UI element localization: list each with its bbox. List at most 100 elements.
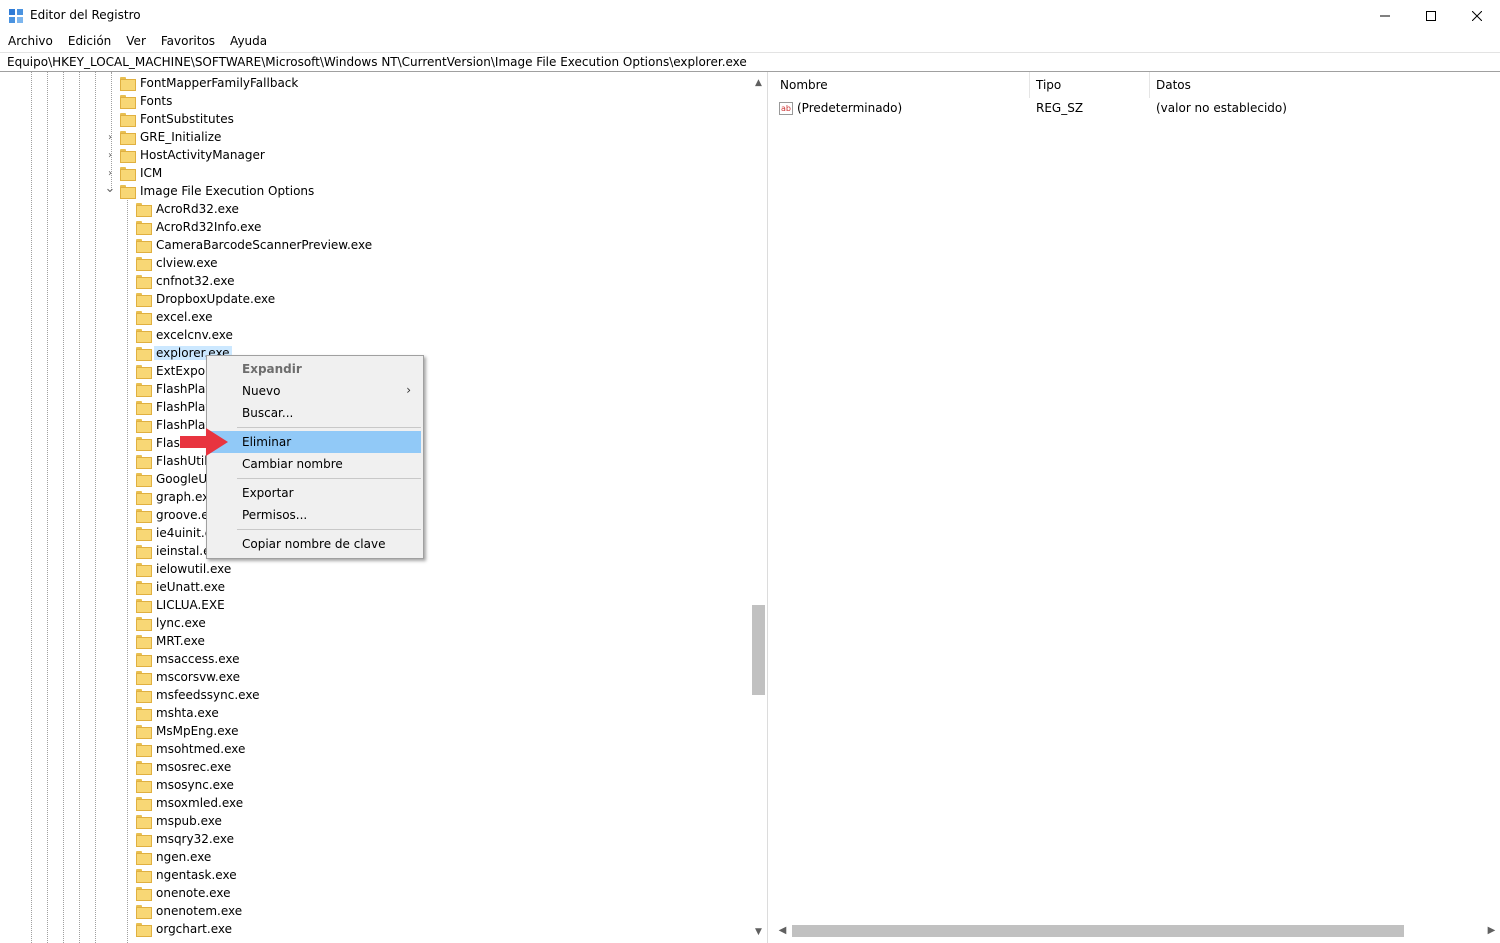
close-button[interactable] xyxy=(1454,0,1500,31)
scroll-down-icon[interactable]: ▼ xyxy=(750,923,767,940)
menu-archivo[interactable]: Archivo xyxy=(0,31,60,51)
tree-node[interactable]: ielowutil.exe xyxy=(136,560,231,578)
folder-icon xyxy=(136,779,152,793)
tree-node[interactable]: Fonts xyxy=(120,92,172,110)
tree-node[interactable]: graph.exe xyxy=(136,488,216,506)
tree-node[interactable]: msohtmed.exe xyxy=(136,740,245,758)
scroll-thumb[interactable] xyxy=(752,605,765,695)
folder-icon xyxy=(136,311,152,325)
folder-icon xyxy=(136,761,152,775)
scroll-thumb[interactable] xyxy=(792,925,1404,937)
tree-node[interactable]: FontMapperFamilyFallback xyxy=(120,74,298,92)
tree-node[interactable]: AcroRd32Info.exe xyxy=(136,218,261,236)
tree-node-label: AcroRd32.exe xyxy=(156,202,239,216)
tree-node-label: Fonts xyxy=(140,94,173,108)
folder-icon xyxy=(120,95,136,109)
folder-icon xyxy=(136,869,152,883)
tree-node[interactable]: CameraBarcodeScannerPreview.exe xyxy=(136,236,372,254)
tree-node[interactable]: ⌄ Image File Execution Options xyxy=(105,181,315,200)
window-title: Editor del Registro xyxy=(30,8,141,22)
folder-icon xyxy=(136,329,152,343)
tree-node[interactable]: ngen.exe xyxy=(136,848,211,866)
tree-node[interactable]: MRT.exe xyxy=(136,632,205,650)
tree-node[interactable]: mscorsvw.exe xyxy=(136,668,240,686)
list-horizontal-scrollbar[interactable]: ◀ ▶ xyxy=(774,922,1500,939)
tree-node[interactable]: onenotem.exe xyxy=(136,902,242,920)
chevron-right-icon[interactable]: › xyxy=(105,132,115,143)
tree-node-label: mspub.exe xyxy=(156,814,222,828)
red-arrow-icon xyxy=(180,428,228,456)
ctx-copiar-nombre[interactable]: Copiar nombre de clave xyxy=(209,533,421,555)
title-bar: Editor del Registro xyxy=(0,0,1500,31)
tree-node[interactable]: groove.ex xyxy=(136,506,216,524)
ctx-eliminar[interactable]: Eliminar xyxy=(209,431,421,453)
menu-ayuda[interactable]: Ayuda xyxy=(222,31,274,51)
folder-icon xyxy=(136,455,152,469)
column-header-tipo[interactable]: Tipo xyxy=(1030,72,1150,98)
folder-icon xyxy=(136,509,152,523)
tree-node[interactable]: clview.exe xyxy=(136,254,218,272)
ctx-cambiar-nombre[interactable]: Cambiar nombre xyxy=(209,453,421,475)
tree-node[interactable]: orgchart.exe xyxy=(136,920,232,938)
tree-guide-line xyxy=(127,198,128,943)
tree-node[interactable]: GoogleUp xyxy=(136,470,215,488)
folder-icon xyxy=(136,257,152,271)
tree-node-label: Image File Execution Options xyxy=(140,184,315,198)
tree-node[interactable]: cnfnot32.exe xyxy=(136,272,234,290)
tree-node[interactable]: msoxmled.exe xyxy=(136,794,243,812)
tree-node[interactable]: › HostActivityManager xyxy=(108,146,265,164)
tree-node[interactable]: excelcnv.exe xyxy=(136,326,233,344)
ctx-permisos[interactable]: Permisos... xyxy=(209,504,421,526)
maximize-icon xyxy=(1426,10,1436,21)
ctx-nuevo[interactable]: Nuevo › xyxy=(209,380,421,402)
tree-node[interactable]: FontSubstitutes xyxy=(120,110,234,128)
minimize-button[interactable] xyxy=(1362,0,1408,31)
tree-node[interactable]: mspub.exe xyxy=(136,812,222,830)
scroll-left-icon[interactable]: ◀ xyxy=(774,922,791,939)
chevron-right-icon[interactable]: › xyxy=(105,168,115,179)
folder-icon xyxy=(136,437,152,451)
tree-node[interactable]: excel.exe xyxy=(136,308,212,326)
tree-node[interactable]: ieUnatt.exe xyxy=(136,578,225,596)
tree-node[interactable]: AcroRd32.exe xyxy=(136,200,239,218)
tree-node[interactable]: mshta.exe xyxy=(136,704,219,722)
tree-node[interactable]: lync.exe xyxy=(136,614,206,632)
ctx-buscar[interactable]: Buscar... xyxy=(209,402,421,424)
tree-node[interactable]: msosrec.exe xyxy=(136,758,231,776)
ctx-exportar[interactable]: Exportar xyxy=(209,482,421,504)
tree-node[interactable]: DropboxUpdate.exe xyxy=(136,290,275,308)
menu-edicion[interactable]: Edición xyxy=(60,31,118,51)
registry-editor-icon xyxy=(9,9,23,23)
tree-node-label: HostActivityManager xyxy=(140,148,265,162)
menu-ver[interactable]: Ver xyxy=(118,31,153,51)
tree-node[interactable]: msfeedssync.exe xyxy=(136,686,259,704)
tree-vertical-scrollbar[interactable]: ▲ ▼ xyxy=(750,72,767,943)
scroll-up-icon[interactable]: ▲ xyxy=(750,74,767,91)
maximize-button[interactable] xyxy=(1408,0,1454,31)
value-row-name[interactable]: ab (Predeterminado) xyxy=(779,99,902,117)
tree-node[interactable]: › ICM xyxy=(108,164,162,182)
tree-node[interactable]: msosync.exe xyxy=(136,776,234,794)
tree-node[interactable]: msaccess.exe xyxy=(136,650,239,668)
chevron-down-icon[interactable]: ⌄ xyxy=(105,181,116,196)
tree-guide-line xyxy=(63,72,64,943)
tree-node[interactable]: ngentask.exe xyxy=(136,866,237,884)
tree-node-label: msoxmled.exe xyxy=(156,796,244,810)
tree-node[interactable]: MsMpEng.exe xyxy=(136,722,238,740)
tree-node[interactable]: msqry32.exe xyxy=(136,830,234,848)
menu-favoritos[interactable]: Favoritos xyxy=(153,31,222,51)
folder-icon xyxy=(136,581,152,595)
tree-node-label: msfeedssync.exe xyxy=(156,688,260,702)
tree-node[interactable]: onenote.exe xyxy=(136,884,230,902)
column-header-datos[interactable]: Datos xyxy=(1150,72,1450,98)
tree-node-label: ielowutil.exe xyxy=(156,562,232,576)
tree-node[interactable]: › GRE_Initialize xyxy=(108,128,221,146)
scroll-right-icon[interactable]: ▶ xyxy=(1483,922,1500,939)
chevron-right-icon[interactable]: › xyxy=(105,150,115,161)
address-bar[interactable]: Equipo\HKEY_LOCAL_MACHINE\SOFTWARE\Micro… xyxy=(0,52,1500,72)
folder-icon xyxy=(136,797,152,811)
column-header-nombre[interactable]: Nombre xyxy=(774,72,1030,98)
folder-icon xyxy=(136,401,152,415)
tree-node[interactable]: LICLUA.EXE xyxy=(136,596,225,614)
context-menu: Expandir Nuevo › Buscar... Eliminar Camb… xyxy=(206,355,424,559)
